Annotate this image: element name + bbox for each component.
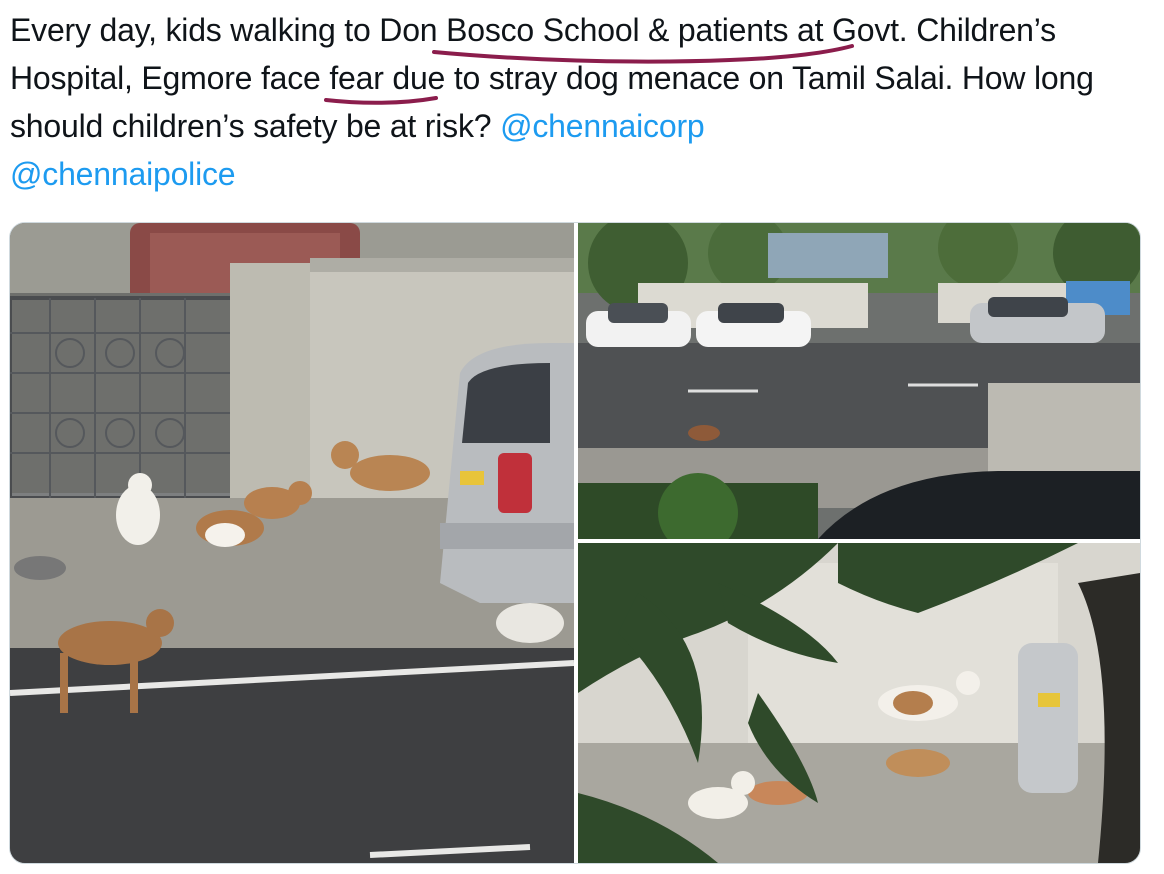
media-grid bbox=[9, 222, 1141, 864]
stray-dogs-near-gate-photo[interactable] bbox=[10, 223, 574, 863]
street-with-stray-dogs-photo[interactable] bbox=[578, 223, 1140, 539]
tweet-text: Every day, kids walking to Don Bosco Sch… bbox=[10, 6, 1130, 198]
underlined-school-phrase: Don Bosco School & patients bbox=[379, 12, 789, 48]
dogs-under-tree-photo[interactable] bbox=[578, 543, 1140, 863]
underlined-egmore: Egmore bbox=[141, 60, 253, 96]
mention-chennaipolice[interactable]: @chennaipolice bbox=[10, 156, 236, 192]
mention-chennaicorp[interactable]: @chennaicorp bbox=[500, 108, 705, 144]
tweet-text-intro: Every day, kids walking to bbox=[10, 12, 380, 48]
